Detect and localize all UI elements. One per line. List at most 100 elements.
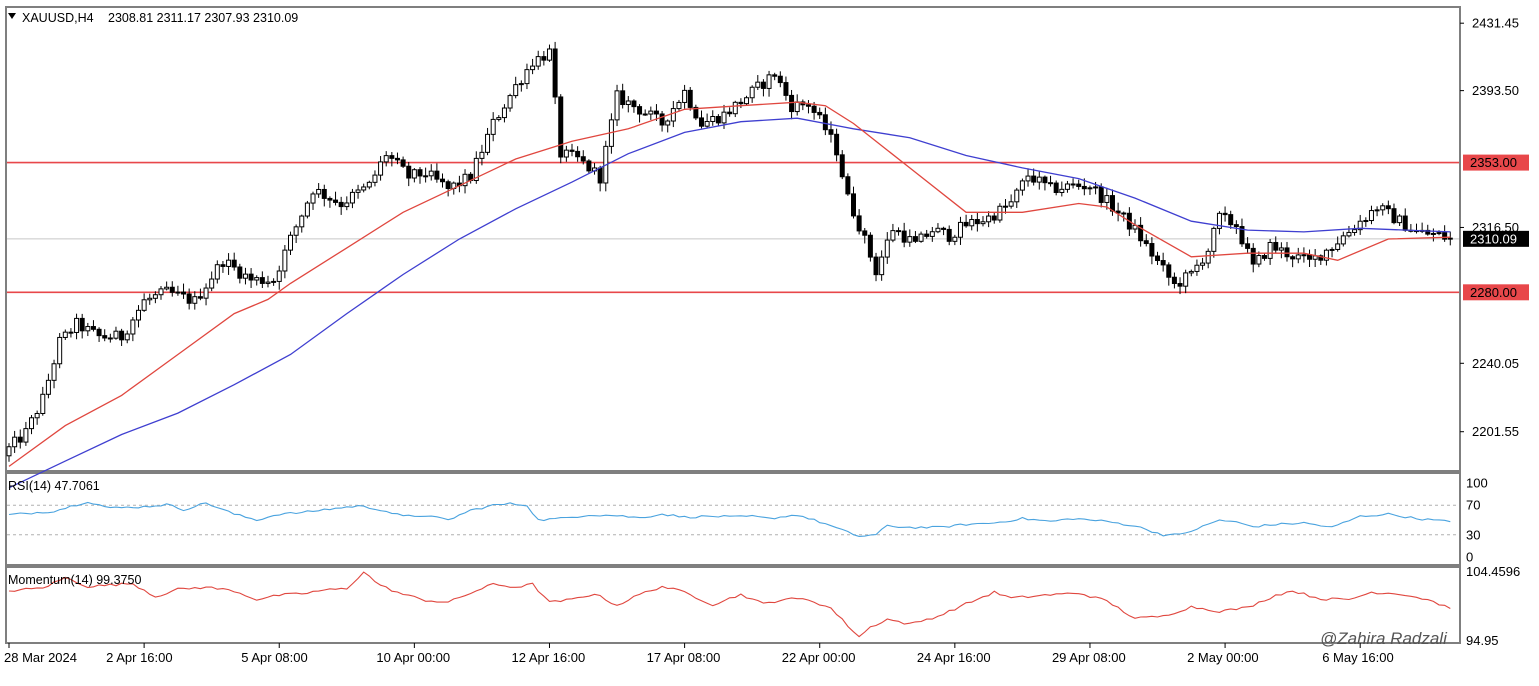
candle-body bbox=[434, 170, 440, 180]
candle-body bbox=[653, 110, 659, 115]
candle-body bbox=[265, 281, 271, 284]
candle-body bbox=[304, 202, 310, 217]
candle-body bbox=[152, 294, 158, 299]
candle bbox=[57, 333, 63, 369]
candle-body bbox=[1025, 175, 1031, 182]
candle-body bbox=[1301, 254, 1307, 257]
candle-body bbox=[158, 288, 164, 296]
candle-body bbox=[242, 273, 248, 279]
candle-body bbox=[389, 155, 395, 159]
price-tick-label: 2240.05 bbox=[1472, 356, 1519, 371]
candle-body bbox=[316, 188, 322, 195]
candle bbox=[614, 84, 620, 127]
candle-body bbox=[411, 169, 417, 179]
watermark-text: @Zahira Radzali bbox=[1320, 629, 1448, 648]
price-tick-label: 2201.55 bbox=[1472, 424, 1519, 439]
candle-body bbox=[580, 156, 586, 162]
candle-body bbox=[288, 234, 293, 251]
candle-body bbox=[839, 154, 845, 178]
candle-body bbox=[766, 74, 772, 89]
candle-body bbox=[1036, 176, 1042, 183]
candle-body bbox=[1228, 214, 1234, 226]
candle-body bbox=[355, 189, 361, 193]
candle-body bbox=[845, 176, 851, 195]
candle-body bbox=[969, 219, 975, 227]
rsi-tick-label: 70 bbox=[1466, 498, 1480, 513]
candle-body bbox=[912, 236, 918, 242]
candle-body bbox=[1048, 182, 1054, 185]
candle-body bbox=[1335, 243, 1341, 250]
candle-body bbox=[226, 259, 232, 267]
candle-body bbox=[271, 280, 277, 283]
rsi-tick-label: 100 bbox=[1466, 476, 1488, 491]
rsi-title: RSI(14) 47.7061 bbox=[8, 479, 100, 493]
candle-body bbox=[1109, 195, 1115, 212]
candle-body bbox=[299, 215, 305, 228]
candle-body bbox=[738, 101, 744, 105]
candle-body bbox=[620, 90, 626, 106]
candle bbox=[558, 94, 564, 164]
candle-body bbox=[1104, 195, 1110, 203]
candle-body bbox=[974, 219, 980, 225]
time-tick-label: 22 Apr 00:00 bbox=[782, 650, 856, 665]
candle-body bbox=[1290, 256, 1296, 260]
candle-body bbox=[744, 97, 750, 105]
candle-body bbox=[197, 296, 203, 299]
candle-body bbox=[890, 230, 896, 241]
candle-body bbox=[1014, 189, 1020, 203]
candle-body bbox=[1250, 247, 1256, 265]
momentum-tick-label: 94.95 bbox=[1466, 633, 1499, 648]
candle-body bbox=[254, 277, 260, 281]
candle-body bbox=[6, 446, 12, 457]
candle-body bbox=[569, 149, 575, 152]
candle-body bbox=[135, 309, 141, 321]
candle-body bbox=[597, 167, 603, 184]
candle-body bbox=[721, 111, 727, 124]
candle-body bbox=[23, 428, 29, 443]
candle-body bbox=[1442, 232, 1448, 240]
candle-body bbox=[541, 56, 547, 61]
candle-body bbox=[1171, 276, 1177, 284]
candle-body bbox=[51, 363, 57, 381]
candle-body bbox=[777, 75, 783, 84]
candle-body bbox=[361, 186, 367, 191]
candle-body bbox=[524, 69, 530, 85]
candle-body bbox=[1329, 248, 1335, 251]
candle-body bbox=[366, 181, 372, 188]
candle-body bbox=[1076, 183, 1082, 187]
candle bbox=[552, 41, 558, 105]
candle-body bbox=[749, 86, 755, 99]
candle-body bbox=[732, 101, 738, 115]
candle-body bbox=[1155, 255, 1161, 262]
candle-body bbox=[991, 215, 997, 221]
candle-body bbox=[501, 107, 507, 119]
candle-body bbox=[203, 287, 209, 299]
candle-body bbox=[90, 326, 96, 330]
candle-body bbox=[1402, 215, 1408, 231]
candle-body bbox=[575, 150, 581, 158]
candle-body bbox=[698, 117, 704, 127]
candle-body bbox=[259, 277, 265, 284]
candle-body bbox=[310, 193, 316, 204]
candle-body bbox=[1374, 209, 1380, 212]
candle-body bbox=[237, 266, 243, 279]
candle-body bbox=[406, 165, 412, 179]
candle-body bbox=[1436, 232, 1442, 235]
candle-body bbox=[1205, 250, 1211, 264]
candle-body bbox=[79, 317, 85, 332]
candle-body bbox=[378, 161, 384, 176]
time-tick-label: 17 Apr 08:00 bbox=[647, 650, 721, 665]
candle-body bbox=[1256, 255, 1262, 265]
candle-body bbox=[1149, 243, 1155, 257]
candle-body bbox=[873, 256, 879, 276]
candle-body bbox=[62, 331, 68, 338]
symbol-label: XAUUSD,H4 bbox=[22, 11, 94, 25]
candle-body bbox=[637, 106, 643, 115]
candle-body bbox=[1200, 262, 1206, 266]
candle-body bbox=[372, 174, 378, 183]
candle-body bbox=[248, 273, 254, 281]
candle-body bbox=[1087, 187, 1093, 190]
candle-body bbox=[1042, 176, 1048, 184]
candle-body bbox=[563, 149, 569, 158]
candle-body bbox=[1093, 186, 1099, 189]
